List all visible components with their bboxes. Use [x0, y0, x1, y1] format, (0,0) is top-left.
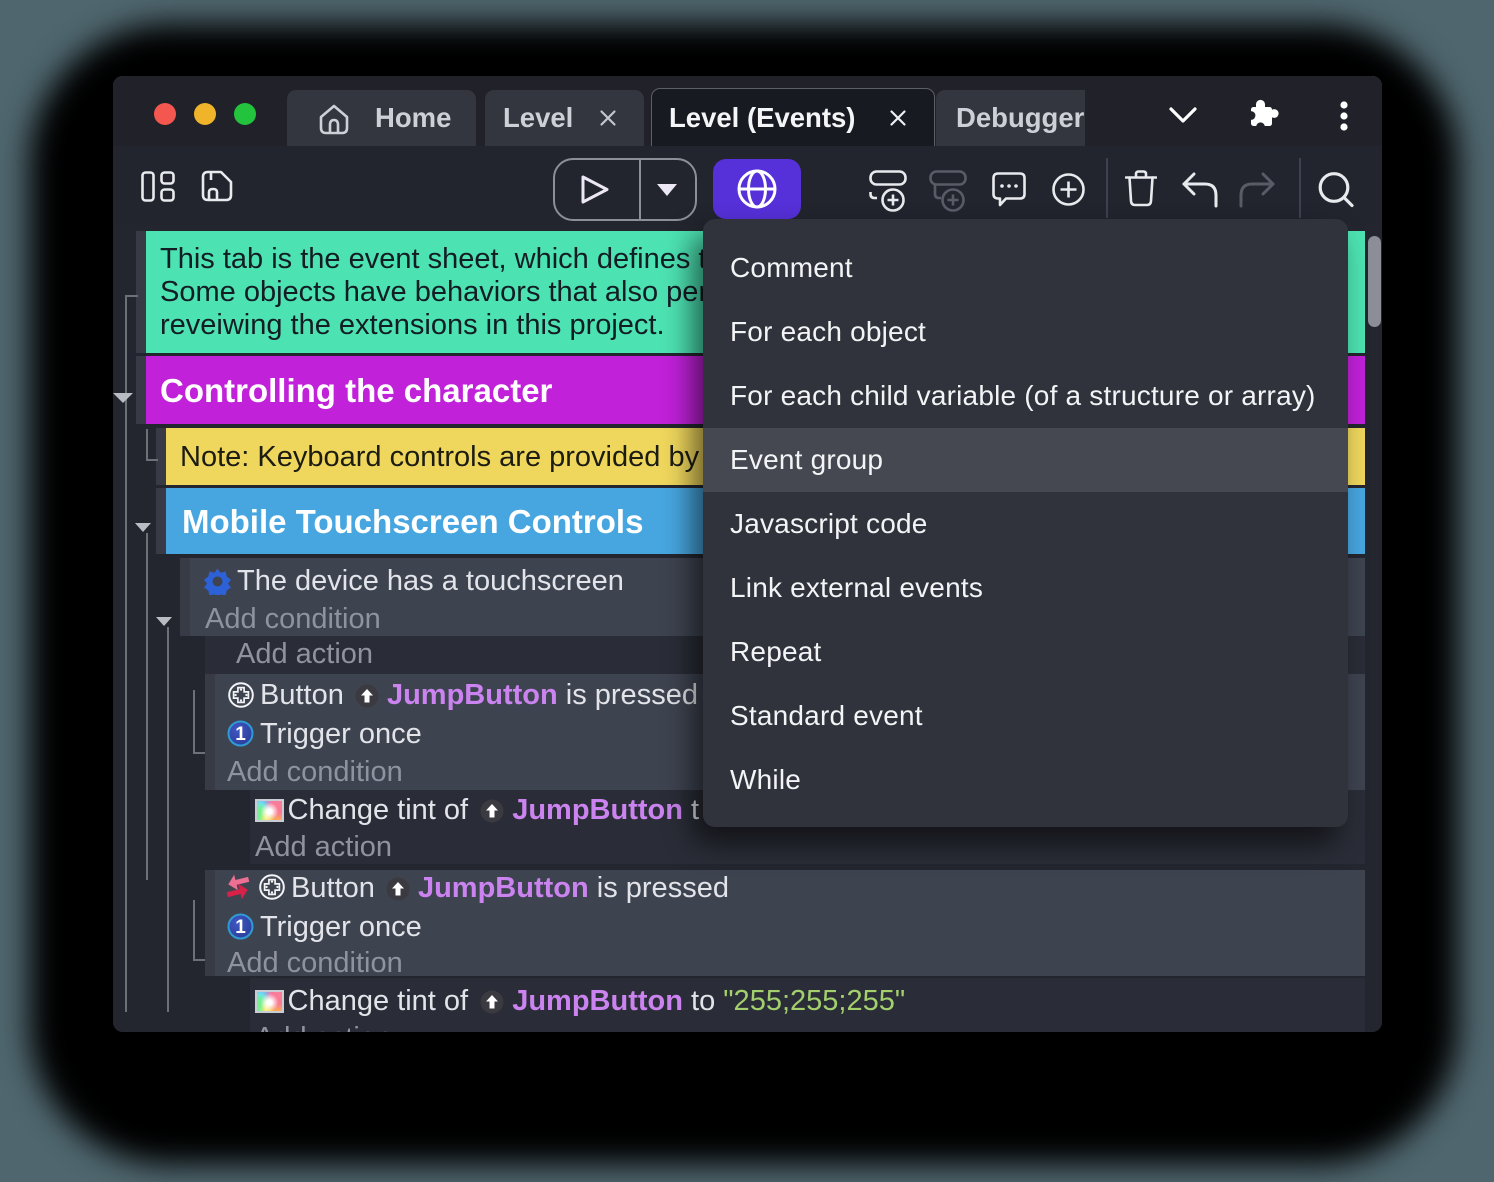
svg-text:1: 1	[235, 917, 246, 938]
svg-text:1: 1	[235, 724, 246, 745]
